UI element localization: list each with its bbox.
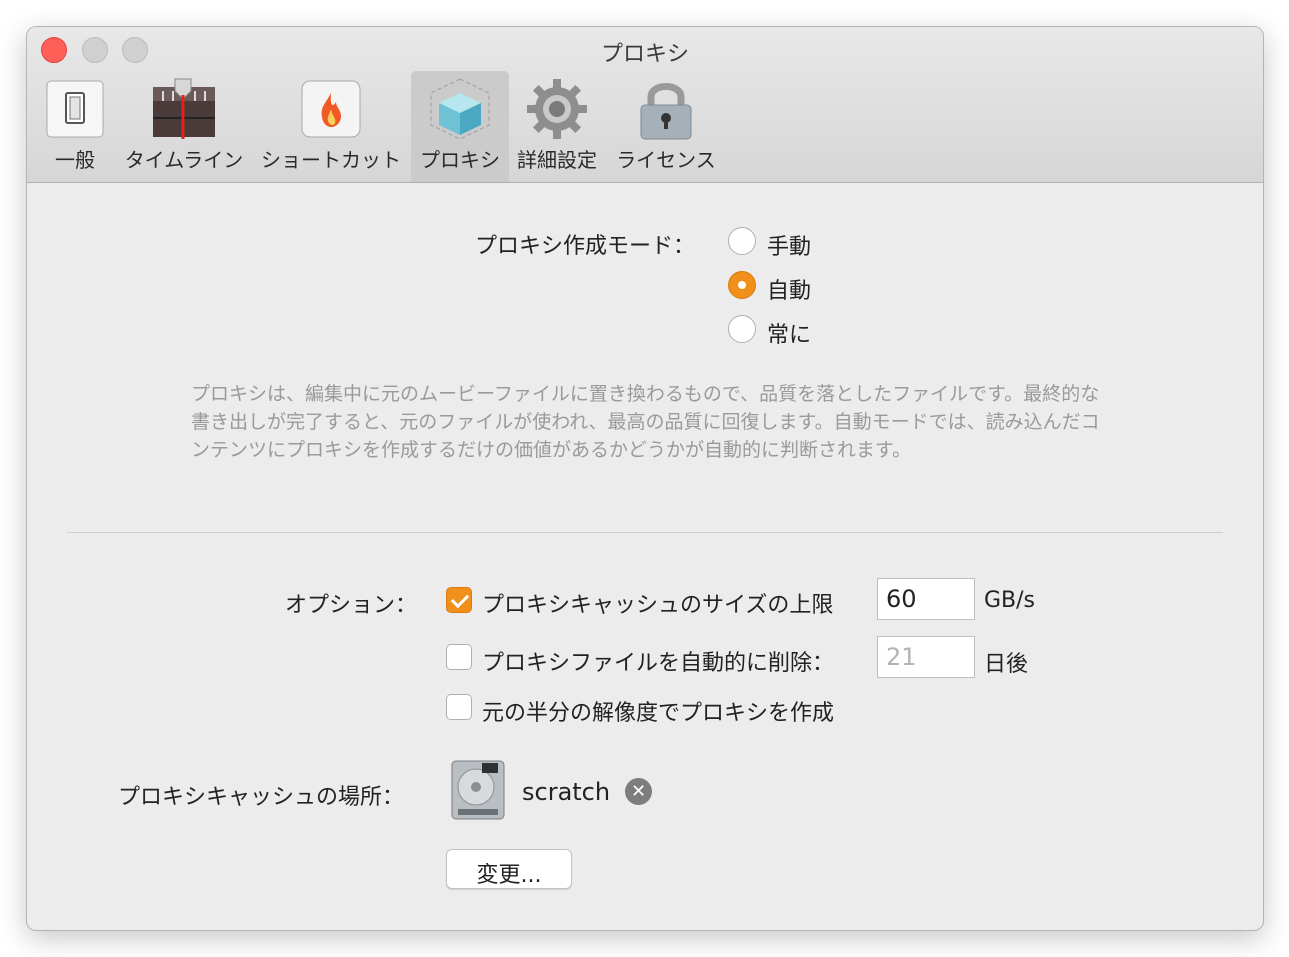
cache-location-label: プロキシキャッシュの場所： (118, 785, 405, 810)
toolbar-label-general: 一般 (55, 148, 95, 172)
auto-delete-unit: 日後 (984, 652, 1029, 677)
window-title: プロキシ (600, 42, 689, 67)
toolbar-label-timeline: タイムライン (124, 148, 244, 172)
mode-radio-manual[interactable] (728, 227, 756, 255)
cache-limit-unit: GB/s (984, 588, 1036, 613)
auto-delete-days-input[interactable]: 21 (877, 636, 975, 678)
toolbar-label-proxy: プロキシ (420, 148, 500, 172)
flame-icon (301, 80, 361, 138)
switch-icon (46, 80, 104, 138)
titlebar: プロキシ 一般 タイムライン ショートカット プロキシ 詳細設定 ライセンス (27, 27, 1263, 183)
mode-label: プロキシ作成モード： (475, 234, 696, 259)
half-res-checkbox[interactable] (446, 694, 472, 720)
timeline-icon (153, 78, 215, 139)
toolbar-item-shortcuts[interactable]: ショートカット (259, 71, 403, 182)
mode-option-always-label: 常に (767, 323, 812, 348)
toolbar-label-advanced: 詳細設定 (517, 148, 597, 172)
mode-option-auto-label: 自動 (767, 279, 812, 304)
section-divider (67, 532, 1223, 533)
toolbar-label-shortcuts: ショートカット (261, 148, 401, 172)
cube-icon (430, 78, 490, 140)
mode-radio-always[interactable] (728, 315, 756, 343)
clear-location-button[interactable]: ✕ (625, 778, 652, 805)
auto-delete-label: プロキシファイルを自動的に削除： (482, 651, 835, 676)
auto-delete-checkbox[interactable] (446, 644, 472, 670)
hard-drive-icon (451, 760, 505, 820)
change-location-button[interactable]: 変更... (446, 849, 572, 889)
gear-icon (527, 79, 587, 139)
cache-disk-name: scratch (522, 778, 611, 806)
mode-option-manual-label: 手動 (767, 235, 812, 260)
half-res-label: 元の半分の解像度でプロキシを作成 (482, 701, 835, 726)
toolbar-item-timeline[interactable]: タイムライン (119, 71, 249, 182)
toolbar-item-license[interactable]: ライセンス (611, 71, 721, 182)
options-label: オプション： (285, 593, 418, 618)
preferences-window: プロキシ 一般 タイムライン ショートカット プロキシ 詳細設定 ライセンス プ… (26, 26, 1264, 931)
toolbar-item-proxy[interactable]: プロキシ (411, 71, 509, 182)
toolbar-item-advanced[interactable]: 詳細設定 (511, 71, 603, 182)
cache-limit-checkbox[interactable] (446, 587, 472, 613)
toolbar-label-license: ライセンス (616, 148, 716, 172)
lock-icon (640, 83, 692, 140)
mode-description: プロキシは、編集中に元のムービーファイルに置き換わるもので、品質を落としたファイ… (191, 383, 1100, 461)
toolbar-item-general[interactable]: 一般 (41, 71, 109, 182)
cache-limit-input[interactable]: 60 (877, 578, 975, 620)
mode-radio-auto[interactable] (728, 271, 756, 299)
cache-limit-label: プロキシキャッシュのサイズの上限 (482, 593, 834, 618)
close-icon: ✕ (630, 781, 647, 802)
